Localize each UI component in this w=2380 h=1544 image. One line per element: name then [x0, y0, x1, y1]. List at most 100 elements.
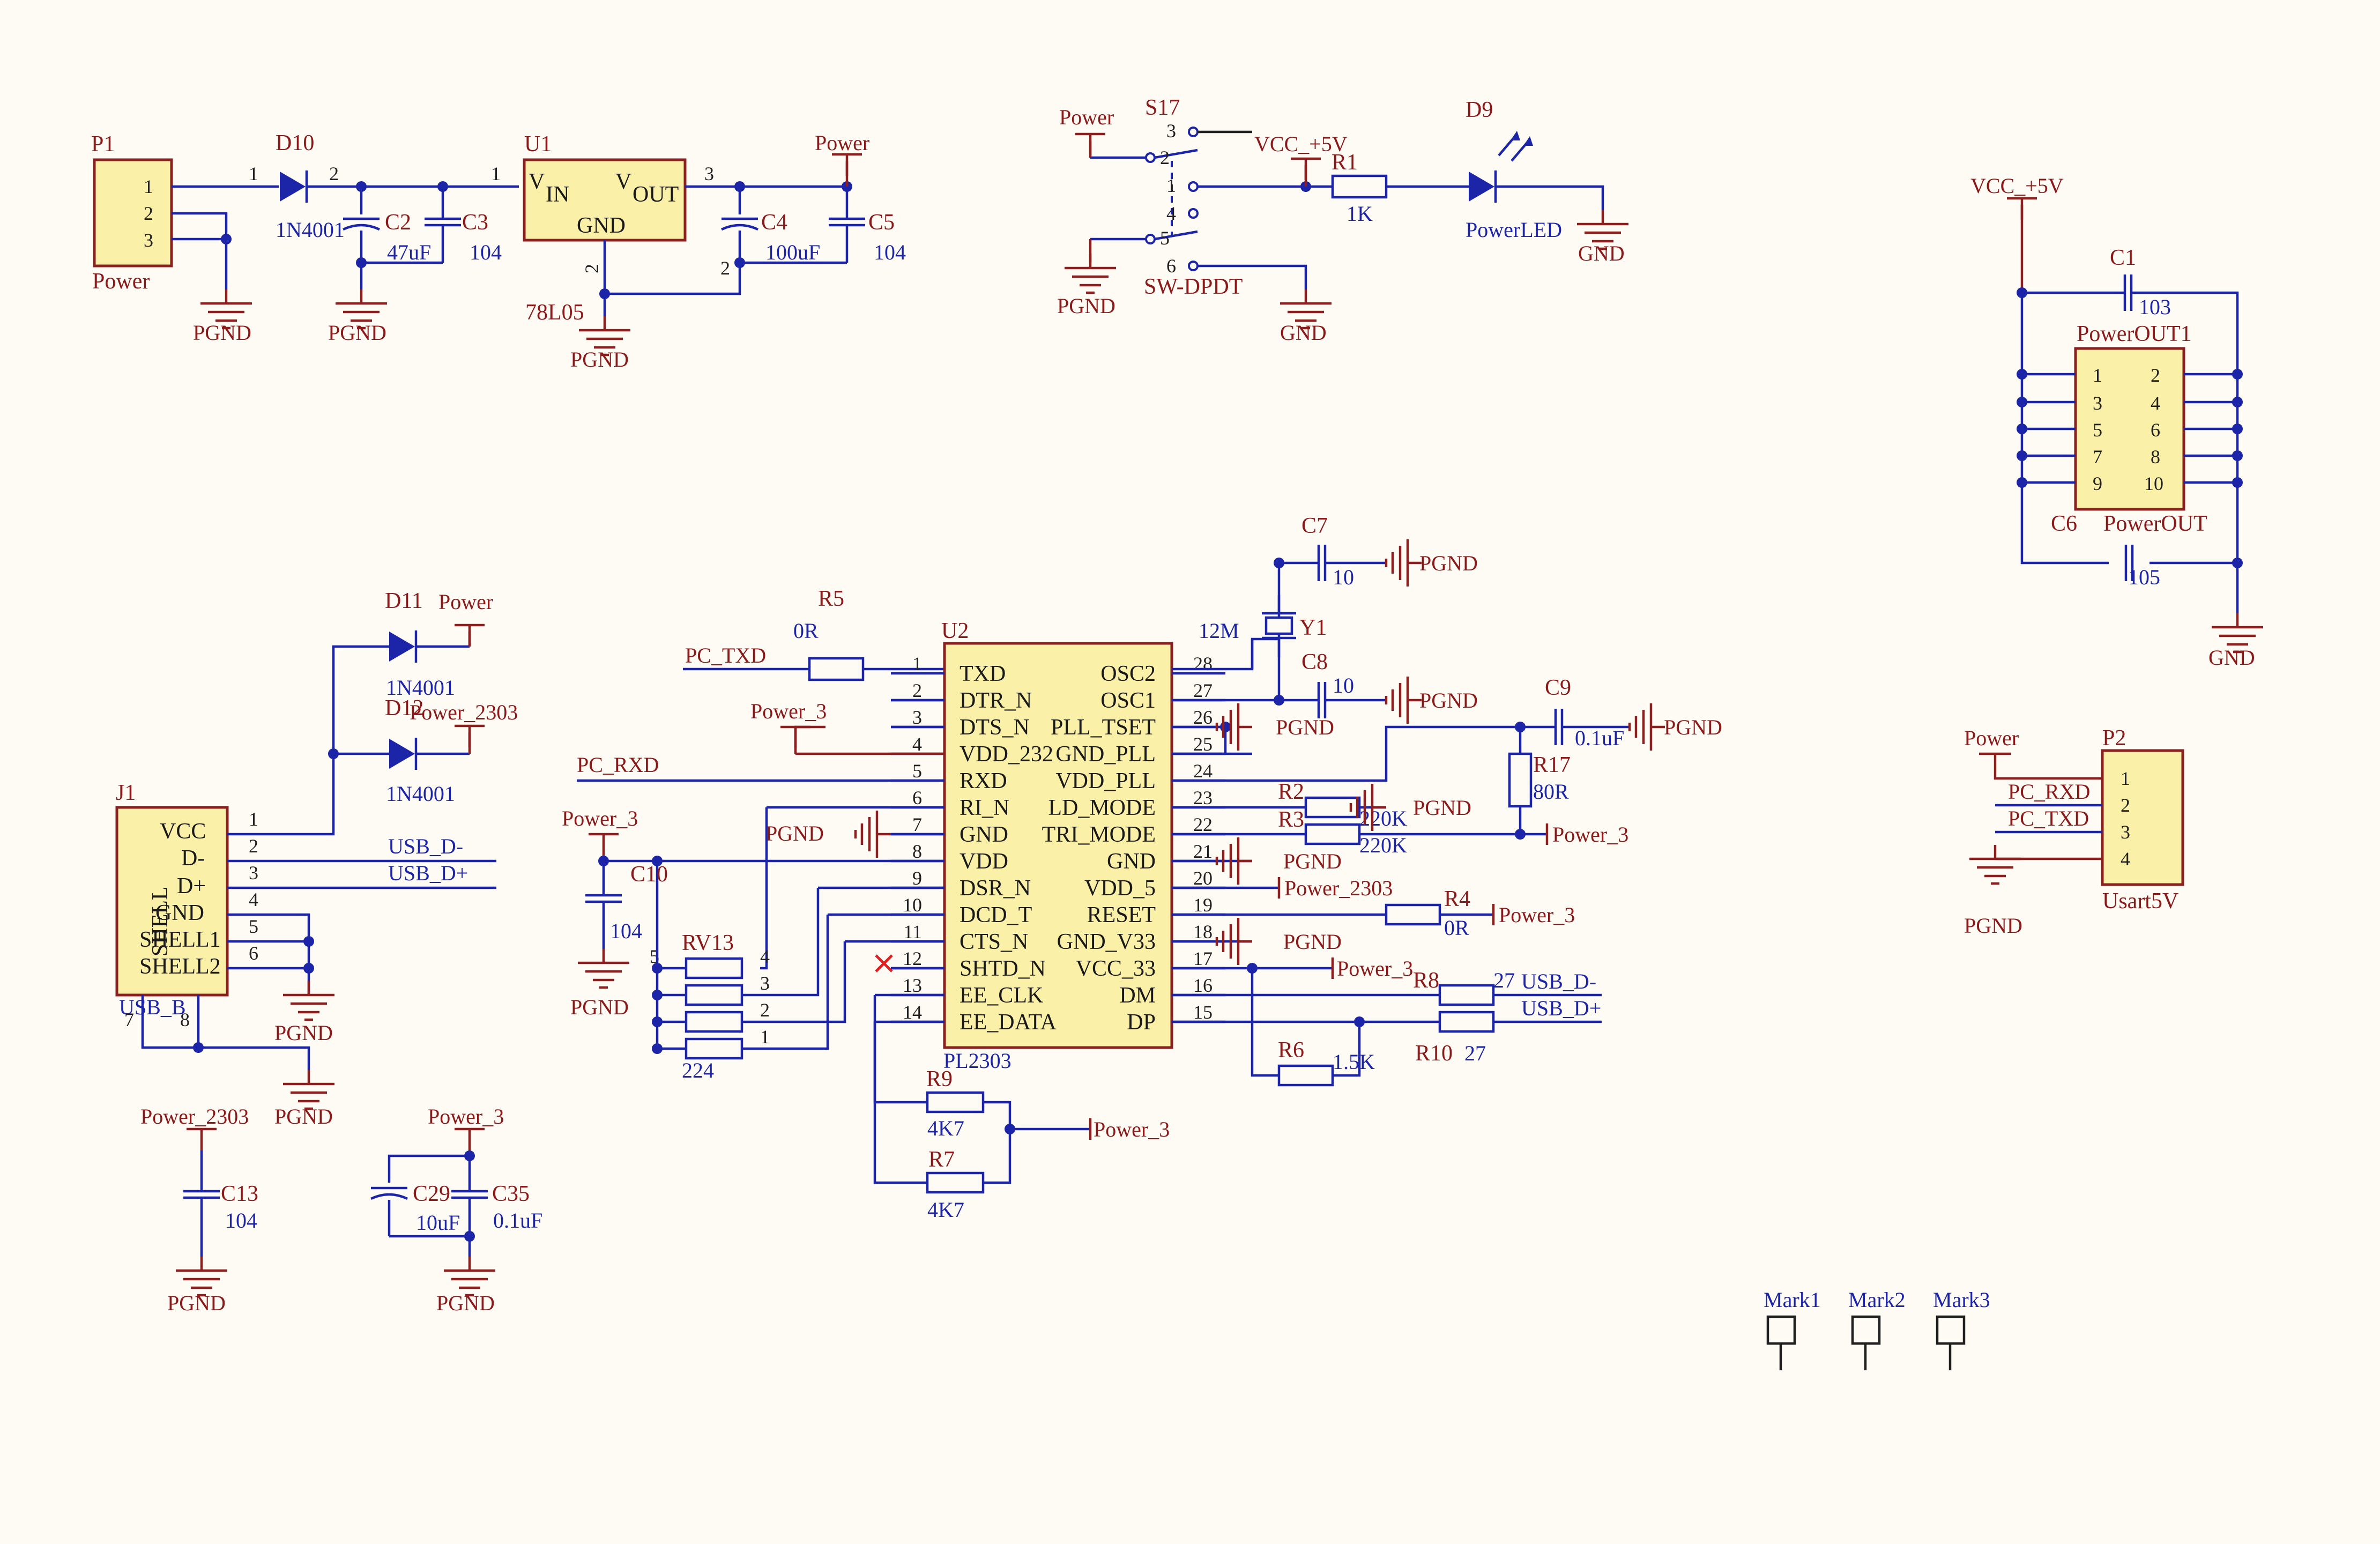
svg-text:3: 3 — [760, 973, 770, 994]
svg-text:R17: R17 — [1533, 753, 1571, 777]
u2-pin-11: 11 — [903, 921, 922, 942]
svg-text:D-: D- — [181, 846, 205, 871]
svg-text:C10: C10 — [630, 862, 668, 887]
svg-text:6: 6 — [1166, 255, 1176, 277]
r1-resistor: R1 1K — [1331, 150, 1388, 226]
u2-signal-12: SHTD_N — [960, 956, 1046, 981]
svg-text:105: 105 — [2128, 565, 2160, 589]
svg-text:2: 2 — [760, 999, 770, 1021]
svg-text:Power_2303: Power_2303 — [1284, 876, 1393, 900]
svg-text:PGND: PGND — [1964, 914, 2022, 938]
svg-text:4K7: 4K7 — [927, 1116, 964, 1140]
svg-text:GND: GND — [2208, 645, 2255, 670]
svg-text:220K: 220K — [1359, 833, 1407, 857]
s17-switch[interactable]: S17 SW-DPDT 3 2 1 4 5 6 — [1144, 95, 1243, 299]
svg-text:C5: C5 — [868, 210, 895, 235]
svg-text:3: 3 — [704, 163, 714, 184]
r10-resistor: R10 27 — [1415, 1011, 1495, 1066]
svg-text:R9: R9 — [926, 1067, 953, 1092]
svg-text:C6: C6 — [2051, 511, 2077, 536]
svg-text:PGND: PGND — [765, 821, 824, 845]
svg-text:104: 104 — [225, 1208, 257, 1233]
u2-signal-24: VDD_PLL — [1055, 769, 1156, 793]
svg-text:1: 1 — [760, 1026, 770, 1048]
svg-text:PGND: PGND — [274, 1021, 333, 1045]
u2-pin-15: 15 — [1193, 1001, 1213, 1023]
u2-pin-16: 16 — [1193, 975, 1213, 996]
svg-text:J1: J1 — [116, 781, 136, 805]
svg-text:PGND: PGND — [1276, 715, 1334, 739]
svg-text:Power: Power — [1059, 105, 1114, 129]
svg-text:R10: R10 — [1415, 1041, 1453, 1066]
svg-text:OUT: OUT — [633, 182, 679, 207]
svg-text:1N4001: 1N4001 — [386, 782, 455, 806]
svg-text:PGND: PGND — [1283, 849, 1342, 873]
u2-pin-8: 8 — [912, 841, 922, 862]
svg-text:PGND: PGND — [1283, 930, 1342, 954]
svg-text:Power_3: Power_3 — [562, 806, 638, 830]
u2-pin-28: 28 — [1193, 653, 1213, 674]
u2-signal-18: GND_V33 — [1057, 930, 1156, 954]
mark1: Mark1 — [1764, 1288, 1821, 1370]
svg-text:1: 1 — [1166, 175, 1176, 196]
svg-text:3: 3 — [2093, 392, 2102, 414]
svg-text:1: 1 — [249, 163, 258, 184]
svg-text:2: 2 — [2151, 365, 2160, 386]
svg-text:103: 103 — [2139, 295, 2171, 319]
svg-text:PL2303: PL2303 — [943, 1049, 1011, 1073]
c35-capacitor: C35 0.1uF — [451, 1156, 542, 1257]
svg-text:10: 10 — [1333, 565, 1354, 589]
svg-text:3: 3 — [249, 862, 258, 884]
svg-text:4: 4 — [2121, 848, 2130, 870]
u2-pin-13: 13 — [903, 975, 922, 996]
u2-signal-9: DSR_N — [960, 876, 1031, 901]
svg-text:USB_D-: USB_D- — [1521, 969, 1596, 993]
svg-text:0.1uF: 0.1uF — [1575, 726, 1624, 750]
svg-text:C13: C13 — [221, 1182, 258, 1206]
u2-signal-17: VCC_33 — [1076, 956, 1156, 981]
svg-text:PGND: PGND — [1419, 551, 1478, 575]
svg-text:1K: 1K — [1347, 202, 1373, 226]
svg-text:3: 3 — [2121, 821, 2130, 843]
u2-signal-7: GND — [960, 822, 1008, 847]
svg-text:10: 10 — [2144, 473, 2163, 494]
u2-signal-5: RXD — [960, 769, 1007, 793]
p2-connector: P2 Usart5V 1 2 3 4 — [2101, 726, 2184, 914]
svg-text:1: 1 — [144, 176, 153, 197]
svg-text:104: 104 — [874, 240, 906, 264]
svg-text:D9: D9 — [1466, 98, 1493, 122]
svg-text:VCC: VCC — [160, 819, 206, 844]
u2-signal-27: OSC1 — [1100, 688, 1156, 713]
svg-text:6: 6 — [249, 942, 258, 964]
u2-pin-7: 7 — [912, 814, 922, 835]
r8-resistor: R8 27 — [1413, 968, 1515, 1006]
svg-text:100uF: 100uF — [765, 240, 820, 264]
svg-text:C29: C29 — [413, 1182, 450, 1206]
svg-text:PC_RXD: PC_RXD — [2008, 780, 2090, 804]
svg-text:PGND: PGND — [1413, 796, 1471, 820]
svg-text:C9: C9 — [1545, 676, 1571, 700]
svg-text:4: 4 — [1166, 203, 1176, 224]
u2-pin-22: 22 — [1193, 814, 1213, 835]
svg-text:27: 27 — [1493, 968, 1515, 992]
rv13-resistor-network: RV13 224 5 4 3 2 1 — [650, 931, 770, 1082]
u2-signal-26: PLL_TSET — [1051, 715, 1156, 740]
svg-text:R6: R6 — [1278, 1038, 1304, 1063]
u2-pin-9: 9 — [912, 867, 922, 889]
svg-text:SW-DPDT: SW-DPDT — [1144, 274, 1243, 299]
svg-text:PGND: PGND — [570, 347, 629, 372]
svg-text:0R: 0R — [793, 619, 819, 643]
svg-text:SHELL: SHELL — [148, 886, 173, 956]
svg-text:GND: GND — [577, 213, 626, 238]
r4-resistor: R4 0R — [1385, 887, 1470, 940]
schematic-canvas: P1 Power 1 2 3 PGND D10 1N4001 1 2 C2 47… — [91, 95, 2380, 1370]
svg-text:PGND: PGND — [436, 1291, 495, 1315]
svg-text:0R: 0R — [1444, 916, 1469, 940]
svg-text:Mark3: Mark3 — [1933, 1288, 1990, 1312]
svg-text:Power_2303: Power_2303 — [410, 700, 518, 724]
c4-capacitor: C4 100uF 2 — [720, 187, 820, 279]
c5-capacitor: C5 104 — [829, 187, 906, 264]
u2-pin-5: 5 — [912, 760, 922, 782]
u2-pin-26: 26 — [1193, 707, 1213, 728]
u2-signal-1: TXD — [960, 662, 1006, 686]
